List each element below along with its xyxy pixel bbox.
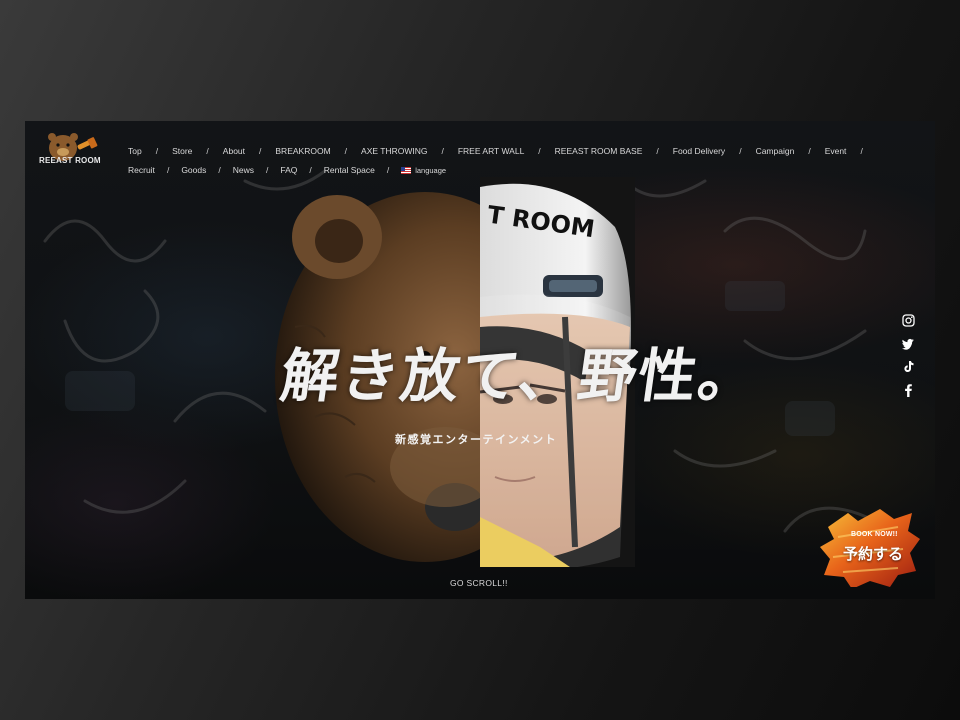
nav-reeast-room-base[interactable]: REEAST ROOM BASE (555, 146, 643, 156)
language-selector[interactable]: language (401, 166, 446, 175)
nav-separator: / (218, 165, 221, 175)
nav-separator: / (309, 165, 312, 175)
nav-separator: / (155, 146, 159, 156)
nav-event[interactable]: Event (825, 146, 847, 156)
nav-axe-throwing[interactable]: AXE THROWING (361, 146, 427, 156)
nav-top[interactable]: Top (128, 146, 142, 156)
nav-store[interactable]: Store (172, 146, 192, 156)
nav-separator: / (206, 146, 209, 156)
nav-news[interactable]: News (233, 165, 254, 175)
nav-row-1: Top / Store / About / BREAKROOM / AXE THROWI… (128, 146, 877, 156)
nav-separator: / (739, 146, 742, 156)
nav-separator: / (386, 165, 390, 175)
nav-separator: / (344, 146, 348, 156)
nav-separator: / (538, 146, 541, 156)
reserve-label[interactable]: 予約する (843, 543, 903, 564)
book-now-label[interactable]: BOOK NOW!! (851, 531, 898, 538)
nav-row-2: Recruit / Goods / News / FAQ / Rental Space /… (128, 165, 446, 175)
social-links (901, 314, 915, 397)
nav-separator: / (808, 146, 811, 156)
nav-breakroom[interactable]: BREAKROOM (275, 146, 330, 156)
nav-separator: / (656, 146, 659, 156)
nav-recruit[interactable]: Recruit (128, 165, 155, 175)
nav-separator: / (259, 146, 262, 156)
nav-goods[interactable]: Goods (181, 165, 206, 175)
nav-separator: / (266, 165, 269, 175)
nav-separator: / (441, 146, 444, 156)
facebook-icon[interactable] (902, 383, 915, 397)
instagram-icon[interactable] (901, 314, 915, 328)
us-flag-icon (401, 167, 412, 175)
nav-food-delivery[interactable]: Food Delivery (673, 146, 725, 156)
go-scroll-link[interactable]: GO SCROLL!! (450, 578, 508, 588)
twitter-icon[interactable] (901, 337, 915, 351)
nav-campaign[interactable]: Campaign (756, 146, 795, 156)
hero-subline: 新感覚エンターテインメント (395, 434, 558, 446)
logo-text: REEAST ROOM (39, 156, 101, 165)
nav-rental-space[interactable]: Rental Space (324, 165, 375, 175)
tiktok-icon[interactable] (902, 360, 915, 374)
hero-frame: REEAST ROOM Top / Store / About / BREAKROOM… (25, 121, 935, 599)
nav-free-art-wall[interactable]: FREE ART WALL (458, 146, 524, 156)
language-label: language (415, 165, 447, 175)
nav-separator: / (166, 165, 170, 175)
nav-about[interactable]: About (223, 146, 245, 156)
hero-headline: 解き放て、野性。 (276, 342, 764, 410)
nav-faq[interactable]: FAQ (280, 165, 297, 175)
nav-separator: / (860, 146, 863, 156)
